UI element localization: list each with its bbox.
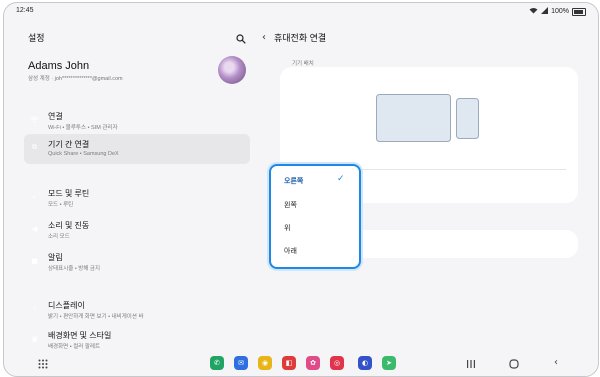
menu-item-subtitle: 소리 모드: [48, 234, 70, 240]
profile-account: 삼성 계정 · joh**************@gmail.com: [28, 76, 123, 82]
back-arrow-icon[interactable]: ‹: [262, 32, 266, 43]
menu-item-title: 디스플레이: [48, 301, 85, 310]
flipboard-app-icon[interactable]: ◧: [282, 356, 296, 370]
sound-icon: ◀: [31, 224, 38, 233]
menu-item-subtitle: Wi-Fi • 블루투스 • SIM 관리자: [48, 125, 118, 131]
display-icon: ☼: [31, 304, 38, 313]
device-position-label: 기기 배치: [292, 61, 314, 67]
phone-app-icon[interactable]: ✆: [210, 356, 224, 370]
menu-item-subtitle: Quick Share • Samsung DeX: [48, 151, 119, 157]
menu-item-title: 기기 간 연결: [48, 140, 90, 149]
samsung-internet-app-icon[interactable]: ◐: [358, 356, 372, 370]
menu-item-title: 알림: [48, 253, 63, 262]
battery-percent: 100%: [551, 8, 569, 15]
menu-item-title: 소리 및 진동: [48, 221, 90, 230]
signal-status-icon: [541, 7, 549, 16]
profile-name[interactable]: Adams John: [28, 60, 89, 72]
recents-icon[interactable]: [466, 359, 476, 372]
menu-item-display[interactable]: ☼ 디스플레이 밝기 • 편안하게 화면 보기 • 내비게이션 바: [24, 295, 250, 325]
option-bottom[interactable]: 아래: [284, 246, 297, 256]
option-left[interactable]: 왼쪽: [284, 200, 297, 210]
wifi-status-icon: [529, 7, 538, 16]
menu-item-notifications[interactable]: ■ 알림 상태표시줄 • 방해 금지: [24, 247, 250, 277]
status-time: 12:45: [16, 7, 34, 14]
menu-item-title: 연결: [48, 112, 63, 121]
camera-app-icon[interactable]: ◎: [330, 356, 344, 370]
avatar[interactable]: [218, 56, 246, 84]
blossom-app-icon[interactable]: ✿: [306, 356, 320, 370]
menu-item-subtitle: 상태표시줄 • 방해 금지: [48, 266, 101, 272]
option-top[interactable]: 위: [284, 223, 290, 233]
search-icon[interactable]: [236, 31, 246, 49]
right-title: 휴대전화 연결: [274, 33, 327, 43]
battery-icon: [572, 7, 586, 16]
menu-item-connections[interactable]: 연결 Wi-Fi • 블루투스 • SIM 관리자: [24, 106, 250, 136]
link-devices-icon: ⧉: [32, 143, 37, 151]
check-icon: ✓: [337, 174, 345, 184]
tablet-screen: 12:45 100% 설정 Adams John 삼성 계정 · joh****…: [3, 2, 599, 377]
right-header: ‹ 휴대전화 연결: [262, 31, 326, 44]
menu-item-connected-devices[interactable]: ⧉ 기기 간 연결 Quick Share • Samsung DeX: [24, 134, 250, 164]
menu-item-sound[interactable]: ◀ 소리 및 진동 소리 모드: [24, 215, 250, 245]
chrome-app-icon[interactable]: ◉: [258, 356, 272, 370]
home-icon[interactable]: [509, 359, 519, 372]
device-layout-preview: [376, 94, 482, 147]
share-app-icon[interactable]: ➤: [382, 356, 396, 370]
menu-item-modes-routines[interactable]: ✓ 모드 및 루틴 모드 • 루틴: [24, 183, 250, 213]
wallpaper-icon: ▣: [31, 334, 38, 343]
page-title: 설정: [28, 33, 45, 43]
menu-item-wallpaper[interactable]: ▣ 배경화면 및 스타일 배경화면 • 컬러 팔레트: [24, 325, 250, 355]
apps-grid-icon[interactable]: [38, 359, 48, 372]
option-right[interactable]: 오른쪽: [284, 176, 303, 186]
navigation-bar: ‹: [4, 353, 598, 375]
status-right: 100%: [529, 7, 586, 16]
back-icon[interactable]: ‹: [554, 357, 558, 368]
position-dropdown: 오른쪽 ✓ 왼쪽 위 아래: [269, 164, 361, 269]
menu-item-title: 배경화면 및 스타일: [48, 331, 112, 340]
menu-item-subtitle: 모드 • 루틴: [48, 202, 74, 208]
modes-icon: ✓: [31, 192, 38, 201]
menu-item-subtitle: 밝기 • 편안하게 화면 보기 • 내비게이션 바: [48, 314, 144, 320]
menu-item-subtitle: 배경화면 • 컬러 팔레트: [48, 344, 101, 350]
status-bar: 12:45 100%: [4, 3, 598, 19]
tablet-phone-illustration: [376, 94, 479, 142]
notification-icon: ■: [31, 256, 38, 265]
wifi-icon: [28, 113, 41, 126]
menu-item-title: 모드 및 루틴: [48, 189, 90, 198]
messages-app-icon[interactable]: ✉: [234, 356, 248, 370]
